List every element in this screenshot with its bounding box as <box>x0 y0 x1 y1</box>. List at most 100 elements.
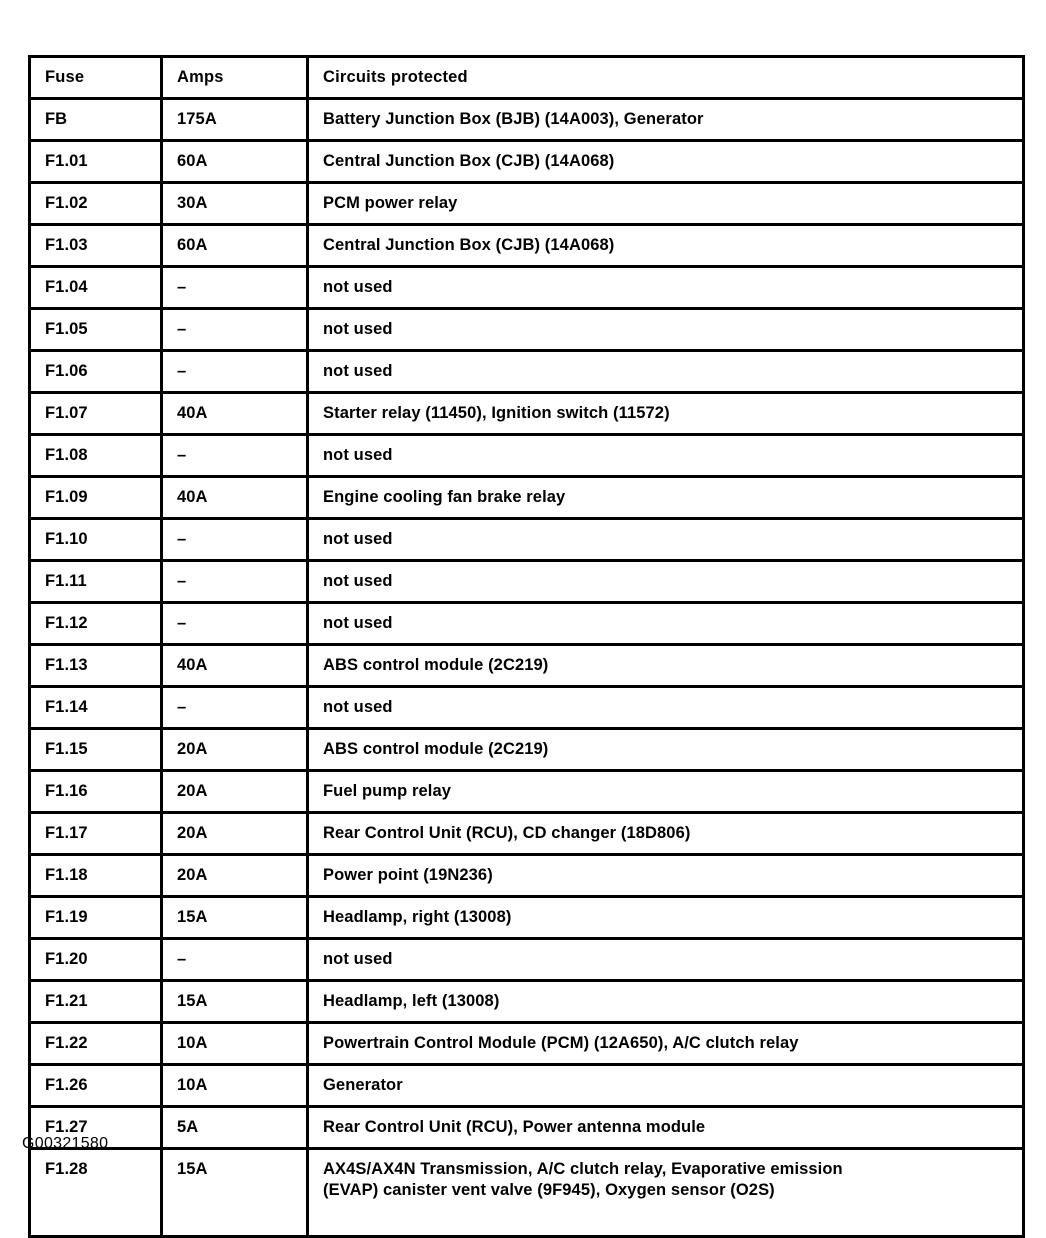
table-row: F1.08– not used <box>29 434 1024 478</box>
cell-fuse-id: F1.08 <box>29 434 163 478</box>
cell-amps-rating: 40A <box>161 392 309 436</box>
cell-fuse-id: F1.12 <box>29 602 163 646</box>
table-header: Fuse Amps Circuits protected <box>29 56 1024 100</box>
table-row: F1.02 30A PCM power relay <box>29 182 1024 226</box>
cell-fuse-id: F1.04 <box>29 266 163 310</box>
cell-circuits-protected: Headlamp, right (13008) <box>307 896 1024 940</box>
cell-amps-rating: 10A <box>161 1022 309 1066</box>
column-header-circuit: Circuits protected <box>307 56 1024 100</box>
cell-amps-rating: – <box>161 308 309 352</box>
cell-amps-rating: 15A <box>161 1148 309 1237</box>
table-row: F1.04– not used <box>29 266 1024 310</box>
cell-amps-rating: – <box>161 518 309 562</box>
table-row: F1.17 20A Rear Control Unit (RCU), CD chan… <box>29 812 1024 856</box>
cell-amps-rating: 40A <box>161 644 309 688</box>
cell-fuse-id: F1.07 <box>29 392 163 436</box>
cell-fuse-id: F1.19 <box>29 896 163 940</box>
cell-amps-rating: 175A <box>161 98 309 142</box>
cell-fuse-id: F1.05 <box>29 308 163 352</box>
table-row: F1.13 40A ABS control module (2C219) <box>29 644 1024 688</box>
table-row: F1.22 10A Powertrain Control Module (PCM) … <box>29 1022 1024 1066</box>
table-header-row: Fuse Amps Circuits protected <box>29 56 1024 100</box>
cell-amps-rating: 15A <box>161 896 309 940</box>
cell-circuits-protected: ABS control module (2C219) <box>307 728 1024 772</box>
table-row: F1.27 5A Rear Control Unit (RCU), Power an… <box>29 1106 1024 1150</box>
cell-circuits-protected: Starter relay (11450), Ignition switch (… <box>307 392 1024 436</box>
table-row: F1.19 15A Headlamp, right (13008) <box>29 896 1024 940</box>
cell-circuits-protected: not used <box>307 560 1024 604</box>
cell-circuits-protected: Fuel pump relay <box>307 770 1024 814</box>
column-header-fuse: Fuse <box>29 56 163 100</box>
table-row: F1.09 40A Engine cooling fan brake relay <box>29 476 1024 520</box>
cell-fuse-id: F1.16 <box>29 770 163 814</box>
cell-fuse-id: F1.10 <box>29 518 163 562</box>
cell-amps-rating: 20A <box>161 728 309 772</box>
cell-fuse-id: F1.14 <box>29 686 163 730</box>
cell-amps-rating: 15A <box>161 980 309 1024</box>
cell-amps-rating: 40A <box>161 476 309 520</box>
cell-circuits-protected: not used <box>307 686 1024 730</box>
cell-circuits-protected: Headlamp, left (13008) <box>307 980 1024 1024</box>
cell-circuits-protected: not used <box>307 350 1024 394</box>
cell-amps-rating: 20A <box>161 770 309 814</box>
cell-fuse-id: F1.28 <box>29 1148 163 1237</box>
cell-fuse-id: F1.09 <box>29 476 163 520</box>
column-header-amps: Amps <box>161 56 309 100</box>
cell-amps-rating: – <box>161 560 309 604</box>
table-row: F1.10– not used <box>29 518 1024 562</box>
cell-circuits-protected: AX4S/AX4N Transmission, A/C clutch relay… <box>308 1149 1024 1237</box>
cell-circuits-protected: Rear Control Unit (RCU), Power antenna m… <box>307 1106 1024 1150</box>
cell-circuits-protected: Powertrain Control Module (PCM) (12A650)… <box>307 1022 1024 1066</box>
cell-fuse-id: F1.20 <box>29 938 163 982</box>
cell-fuse-id: F1.22 <box>29 1022 163 1066</box>
table-row: F1.14– not used <box>29 686 1024 730</box>
table-row: F1.20– not used <box>29 938 1024 982</box>
cell-fuse-id: FB <box>29 98 163 142</box>
fuse-table-container: Fuse Amps Circuits protected FB 175A Batte… <box>28 55 1025 1238</box>
figure-caption: G00321580 <box>22 1135 109 1152</box>
table-row: F1.03 60A Central Junction Box (CJB) (14A0… <box>29 224 1024 268</box>
table-row: F1.21 15A Headlamp, left (13008) <box>29 980 1024 1024</box>
cell-circuits-protected: ABS control module (2C219) <box>307 644 1024 688</box>
cell-fuse-id: F1.17 <box>29 812 163 856</box>
table-row: F1.28 15A AX4S/AX4N Transmission, A/C clut… <box>29 1148 1024 1237</box>
table-row: F1.05– not used <box>29 308 1024 352</box>
cell-amps-rating: – <box>161 602 309 646</box>
cell-amps-rating: – <box>161 266 309 310</box>
cell-amps-rating: – <box>161 686 309 730</box>
cell-fuse-id: F1.13 <box>29 644 163 688</box>
cell-amps-rating: 10A <box>161 1064 309 1108</box>
cell-circuits-protected: not used <box>307 308 1024 352</box>
cell-circuits-protected: Engine cooling fan brake relay <box>307 476 1024 520</box>
fuse-box-table: Fuse Amps Circuits protected FB 175A Batte… <box>28 55 1025 1238</box>
table-row: F1.06– not used <box>29 350 1024 394</box>
circuit-text-line-1: AX4S/AX4N Transmission, A/C clutch relay… <box>323 1160 843 1178</box>
cell-amps-rating: – <box>161 350 309 394</box>
cell-fuse-id: F1.03 <box>29 224 163 268</box>
cell-circuits-protected: Rear Control Unit (RCU), CD changer (18D… <box>307 812 1024 856</box>
circuit-text-line-2: (EVAP) canister vent valve (9F945), Oxyg… <box>323 1181 775 1199</box>
table-row: F1.26 10A Generator <box>29 1064 1024 1108</box>
cell-amps-rating: – <box>161 434 309 478</box>
cell-circuits-protected: not used <box>307 518 1024 562</box>
cell-fuse-id: F1.01 <box>29 140 163 184</box>
document-page: Fuse Amps Circuits protected FB 175A Batte… <box>0 0 1046 1238</box>
cell-circuits-protected: Battery Junction Box (BJB) (14A003), Gen… <box>307 98 1024 142</box>
cell-circuits-protected: not used <box>307 602 1024 646</box>
cell-circuits-protected: PCM power relay <box>307 182 1024 226</box>
cell-amps-rating: 60A <box>161 224 309 268</box>
cell-circuits-protected: Central Junction Box (CJB) (14A068) <box>307 140 1024 184</box>
cell-circuits-protected: Generator <box>307 1064 1024 1108</box>
table-row: F1.12– not used <box>29 602 1024 646</box>
table-row: FB 175A Battery Junction Box (BJB) (14A003… <box>29 98 1024 142</box>
cell-amps-rating: 20A <box>161 854 309 898</box>
cell-amps-rating: 60A <box>161 140 309 184</box>
cell-amps-rating: – <box>161 938 309 982</box>
table-body: FB 175A Battery Junction Box (BJB) (14A003… <box>29 98 1024 1237</box>
cell-circuits-protected: not used <box>307 266 1024 310</box>
table-row: F1.07 40A Starter relay (11450), Ignition … <box>29 392 1024 436</box>
cell-fuse-id: F1.26 <box>29 1064 163 1108</box>
cell-fuse-id: F1.02 <box>29 182 163 226</box>
cell-fuse-id: F1.18 <box>29 854 163 898</box>
table-row: F1.15 20A ABS control module (2C219) <box>29 728 1024 772</box>
